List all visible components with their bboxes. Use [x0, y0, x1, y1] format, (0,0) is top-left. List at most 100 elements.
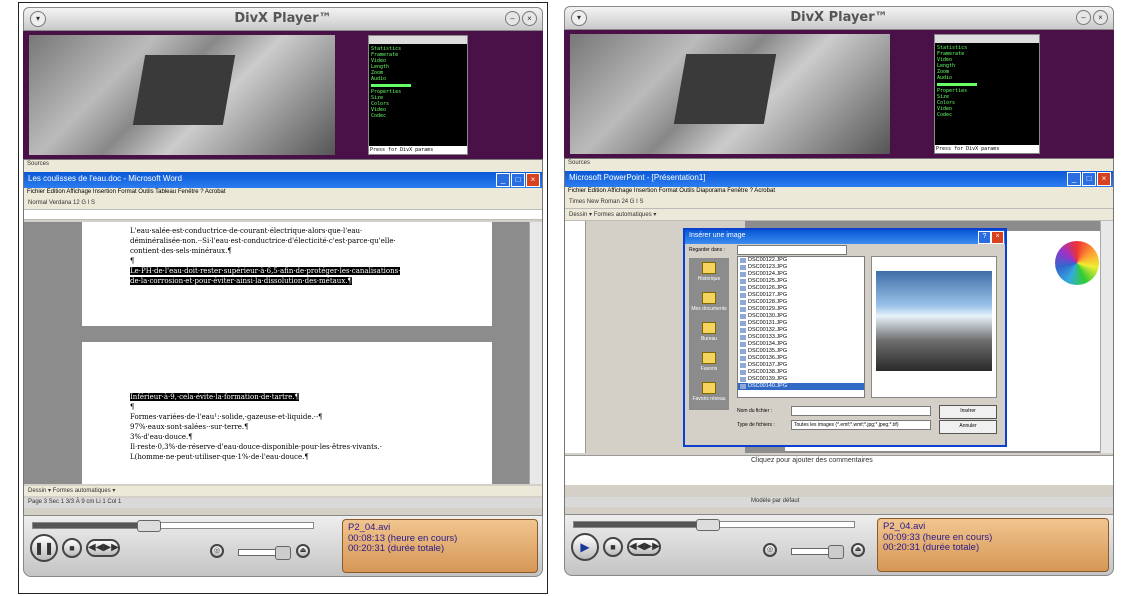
dialog-titlebar: Insérer une image ? × — [685, 230, 1005, 244]
right-panel: ▾ DivX Player™ – × Statistics Framerate … — [560, 2, 1118, 576]
place-history[interactable]: Historique — [689, 258, 729, 288]
list-item[interactable]: DSC00128.JPG — [738, 299, 864, 306]
close-icon[interactable]: × — [1097, 172, 1111, 186]
list-item[interactable]: DSC00124.JPG — [738, 271, 864, 278]
settings-icon[interactable]: ◎ — [210, 544, 224, 558]
close-button[interactable]: × — [522, 11, 537, 26]
player-title: DivX Player™ — [234, 11, 332, 26]
volume-slider[interactable] — [791, 545, 844, 559]
stats-label: Codec — [937, 112, 953, 118]
close-icon[interactable]: × — [526, 173, 540, 187]
list-item[interactable]: DSC00123.JPG — [738, 264, 864, 271]
list-item[interactable]: DSC00136.JPG — [738, 355, 864, 362]
maximize-icon[interactable]: □ — [1082, 172, 1096, 186]
document-area[interactable]: L'eau·salée·est·conductrice·de·courant·é… — [24, 222, 530, 484]
player-controls: ❚❚ ■ ◀◀▶▶ ◎ ⏏ P2_04.avi 00:08:13 (heure … — [23, 515, 543, 577]
stats-panel: Statistics Framerate Video Length Zoom A… — [934, 34, 1040, 154]
menu-bar[interactable]: Fichier Edition Affichage Insertion Form… — [24, 188, 542, 198]
list-item[interactable]: DSC00127.JPG — [738, 292, 864, 299]
list-item[interactable]: DSC00122.JPG — [738, 257, 864, 264]
places-bar: Historique Mes documents Bureau Favoris … — [689, 258, 729, 410]
place-label: Mes documents — [691, 306, 727, 312]
doc-line: contient·des·sels·minéraux.¶ — [130, 247, 232, 255]
vertical-scrollbar[interactable] — [529, 222, 542, 484]
list-item[interactable]: DSC00135.JPG — [738, 348, 864, 355]
place-desktop[interactable]: Bureau — [689, 318, 729, 348]
minimize-icon[interactable]: _ — [1067, 172, 1081, 186]
outline-pane[interactable] — [565, 221, 586, 453]
favorites-icon — [702, 352, 716, 364]
seek-handle[interactable] — [696, 519, 720, 531]
help-icon[interactable]: ? — [978, 231, 991, 244]
filename-field[interactable] — [791, 406, 931, 416]
stats-footer[interactable]: Press for DivX params — [935, 145, 1039, 153]
status-bar: Modèle par défaut — [565, 497, 1113, 507]
place-network[interactable]: Favoris réseau — [689, 378, 729, 408]
formatting-toolbar[interactable]: Normal Verdana 12 G I S — [24, 198, 542, 210]
filename-label: Nom du fichier : — [737, 408, 773, 414]
doc-line: 3%·d'eau·douce.¶ — [130, 433, 193, 441]
color-wheel-image — [1055, 241, 1099, 285]
close-icon[interactable]: × — [991, 231, 1004, 244]
list-item[interactable]: DSC00125.JPG — [738, 278, 864, 285]
eject-icon[interactable]: ⏏ — [851, 543, 865, 557]
place-my-documents[interactable]: Mes documents — [689, 288, 729, 318]
settings-icon[interactable]: ◎ — [763, 543, 777, 557]
rewind-forward-button[interactable]: ◀◀▶▶ — [627, 538, 661, 556]
list-item[interactable]: DSC00130.JPG — [738, 313, 864, 320]
powerpoint-window: Sources Microsoft PowerPoint - [Présenta… — [564, 158, 1114, 520]
volume-slider[interactable] — [238, 546, 291, 560]
doc-line: Formes·variées·de·l'eau¹:·solide,·gazeus… — [130, 413, 323, 421]
player-title: DivX Player™ — [790, 10, 888, 25]
list-item[interactable]: DSC00131.JPG — [738, 320, 864, 327]
list-item-selected[interactable]: DSC00140.JPG — [738, 383, 864, 390]
close-button[interactable]: × — [1093, 10, 1108, 25]
window-title: Microsoft PowerPoint - [Présentation1] — [569, 173, 706, 182]
selected-text: Inférieur·à·9,·cela·évite·la·formation·d… — [130, 393, 300, 401]
list-item[interactable]: DSC00132.JPG — [738, 327, 864, 334]
stats-label: Codec — [371, 113, 387, 119]
selected-text: de·la·corrosion·et·pour·éviter·ainsi·la·… — [130, 277, 352, 285]
stats-footer[interactable]: Press for DivX params — [369, 146, 467, 154]
vertical-scrollbar[interactable] — [1100, 221, 1113, 453]
list-item[interactable]: DSC00134.JPG — [738, 341, 864, 348]
eject-icon[interactable]: ⏏ — [296, 544, 310, 558]
list-item[interactable]: DSC00137.JPG — [738, 362, 864, 369]
pause-button[interactable]: ❚❚ — [30, 534, 58, 562]
insert-button[interactable]: Insérer — [939, 405, 997, 419]
look-in-dropdown[interactable] — [737, 245, 847, 255]
list-item[interactable]: DSC00129.JPG — [738, 306, 864, 313]
file-list[interactable]: DSC00122.JPG DSC00123.JPG DSC00124.JPG D… — [737, 256, 865, 398]
list-item[interactable]: DSC00133.JPG — [738, 334, 864, 341]
draw-toolbar-top[interactable]: Dessin ▾ Formes automatiques ▾ — [565, 209, 1113, 221]
word-window: Sources Les coulisses de l'eau.doc - Mic… — [23, 159, 543, 521]
stop-button[interactable]: ■ — [62, 538, 82, 558]
doc-line: 97%·eaux·sont·salées··sur·terre.¶ — [130, 423, 249, 431]
doc-line: Il·reste·0,3%·de·réserve·d'eau·douce·dis… — [130, 443, 382, 451]
minimize-icon[interactable]: _ — [496, 173, 510, 187]
menu-bar[interactable]: Fichier Edition Affichage Insertion Form… — [565, 187, 1113, 197]
list-item[interactable]: DSC00138.JPG — [738, 369, 864, 376]
doc-line: déminéralisée·non.··Si·l'eau·est·conduct… — [130, 237, 396, 245]
rewind-forward-button[interactable]: ◀◀▶▶ — [86, 539, 120, 557]
list-item[interactable]: DSC00126.JPG — [738, 285, 864, 292]
page-2: Inférieur·à·9,·cela·évite·la·formation·d… — [82, 342, 492, 484]
formatting-toolbar[interactable]: Times New Roman 24 G I S — [565, 197, 1113, 209]
filetype-dropdown[interactable]: Toutes les images (*.emf;*.wmf;*.jpg;*.j… — [791, 420, 931, 430]
list-item[interactable]: DSC00139.JPG — [738, 376, 864, 383]
place-label: Favoris réseau — [692, 396, 726, 402]
minimize-button[interactable]: – — [505, 11, 520, 26]
cancel-button[interactable]: Annuler — [939, 420, 997, 434]
seek-bar[interactable] — [573, 519, 855, 531]
seek-handle[interactable] — [137, 520, 161, 532]
place-favorites[interactable]: Favoris — [689, 348, 729, 378]
seek-bar[interactable] — [32, 520, 314, 532]
minimize-button[interactable]: – — [1076, 10, 1091, 25]
play-button[interactable]: ▶ — [571, 533, 599, 561]
draw-toolbar[interactable]: Dessin ▾ Formes automatiques ▾ — [24, 486, 542, 496]
maximize-icon[interactable]: □ — [511, 173, 525, 187]
stop-button[interactable]: ■ — [603, 537, 623, 557]
total-time: 00:20:31 — [883, 542, 920, 553]
status-bar: Page 3 Sec 1 3/3 À 9 cm Li 1 Col 1 — [24, 498, 542, 508]
notes-pane[interactable]: Cliquez pour ajouter des commentaires — [565, 455, 1113, 485]
